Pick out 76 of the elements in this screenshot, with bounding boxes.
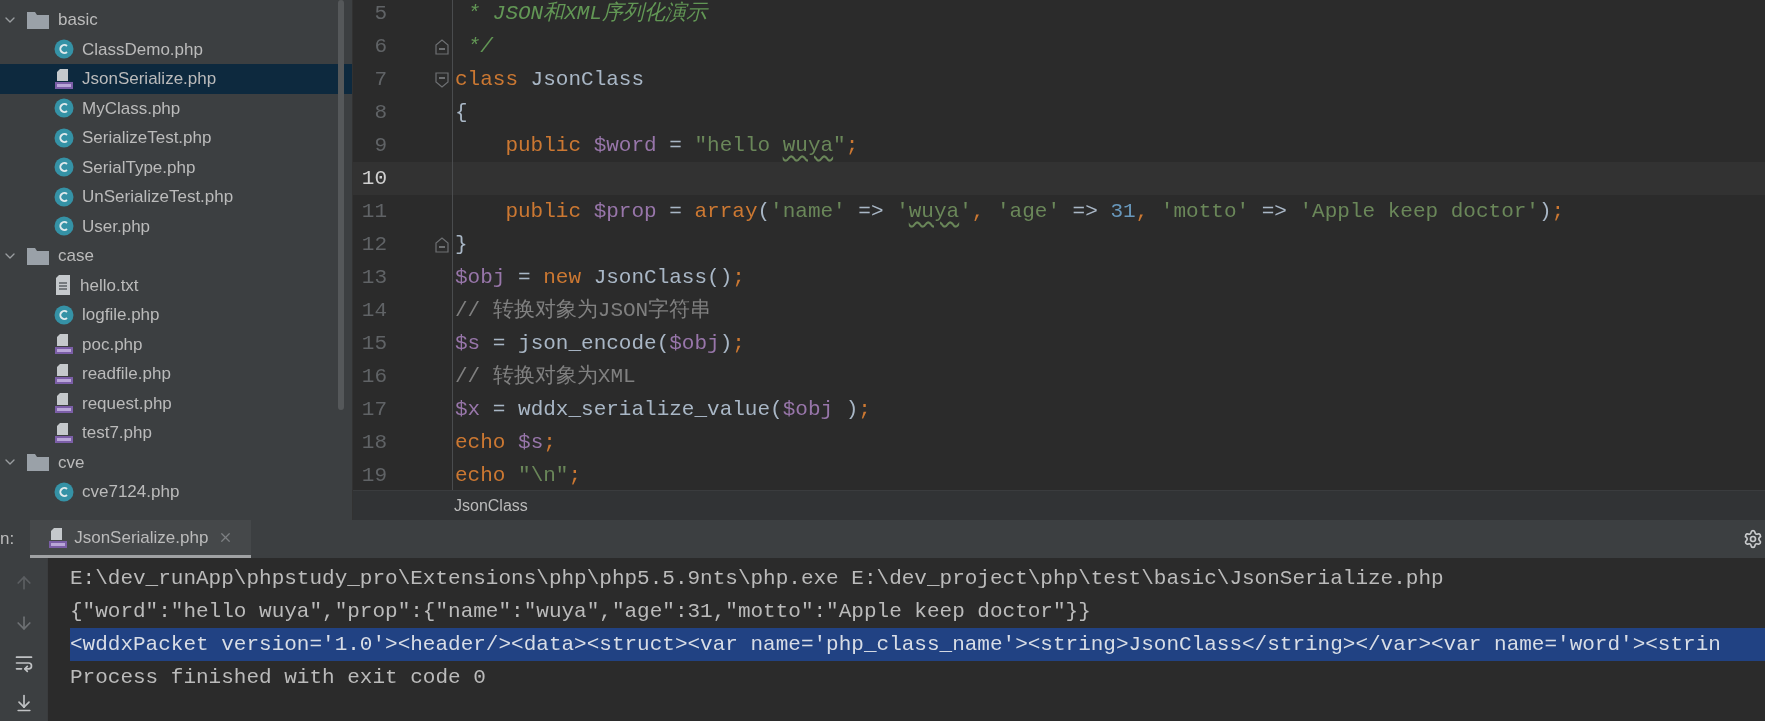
- tree-item[interactable]: hello.txt: [0, 270, 352, 300]
- code-line: echo "\n";: [454, 462, 582, 489]
- class-icon: [54, 216, 74, 237]
- tree-item[interactable]: UnSerializeTest.php: [0, 182, 352, 212]
- tree-item[interactable]: poc.php: [0, 329, 352, 359]
- fold-icon[interactable]: [435, 71, 449, 88]
- code-line: */: [466, 33, 493, 60]
- code-line: }: [454, 231, 468, 258]
- code-line: * JSON和XML序列化演示: [466, 0, 708, 27]
- console-line: {"word":"hello wuya","prop":{"name":"wuya","age":31,"motto":"Apple keep doctor"}}: [70, 598, 1092, 625]
- tree-item[interactable]: case: [0, 241, 352, 271]
- line-number: 7: [373, 66, 387, 93]
- run-tab[interactable]: JsonSerialize.php: [30, 520, 252, 558]
- tree-item[interactable]: readfile.php: [0, 359, 352, 389]
- tree-item[interactable]: basic: [0, 5, 352, 35]
- console-line: E:\dev_runApp\phpstudy_pro\Extensions\php\php5.5.9nts\php.exe E:\dev_project\php\test\basic\JsonSerialize.php: [70, 565, 1445, 592]
- folder-icon: [26, 9, 50, 30]
- fold-icon[interactable]: [435, 236, 449, 253]
- code-line: // 转换对象为JSON字符串: [454, 297, 712, 324]
- php-file-icon: [54, 392, 74, 415]
- class-icon: [54, 98, 74, 119]
- text-file-icon: [54, 274, 72, 297]
- tree-item[interactable]: cve7124.php: [0, 477, 352, 507]
- tree-item[interactable]: JsonSerialize.php: [0, 64, 352, 94]
- tree-item[interactable]: User.php: [0, 211, 352, 241]
- tree-item[interactable]: request.php: [0, 388, 352, 418]
- line-number: 8: [373, 99, 387, 126]
- fold-icon[interactable]: [435, 38, 449, 55]
- code-line: $x = wddx_serialize_value($obj );: [454, 396, 871, 423]
- php-file-icon: [54, 362, 74, 385]
- line-number: 16: [360, 363, 387, 390]
- line-number: 12: [360, 231, 387, 258]
- tree-item[interactable]: SerialType.php: [0, 152, 352, 182]
- line-number: 13: [360, 264, 387, 291]
- class-icon: [54, 157, 74, 178]
- class-icon: [54, 481, 74, 502]
- php-file-icon: [48, 526, 69, 549]
- line-number: 5: [373, 0, 387, 27]
- code-line: // 转换对象为XML: [454, 363, 636, 390]
- line-number: 15: [360, 330, 387, 357]
- code-line: $s = json_encode($obj);: [454, 330, 745, 357]
- soft-wrap-icon[interactable]: [13, 653, 34, 673]
- code-line: {: [454, 99, 468, 126]
- code-line: public $word = "hello wuya";: [504, 132, 859, 159]
- console-line: Process finished with exit code 0: [70, 664, 487, 691]
- php-file-icon: [54, 333, 74, 356]
- folder-icon: [26, 245, 50, 266]
- code-line: echo $s;: [454, 429, 556, 456]
- panel-label: n:: [0, 528, 15, 551]
- tree-item[interactable]: logfile.php: [0, 300, 352, 330]
- php-file-icon: [54, 67, 74, 90]
- code-line: class JsonClass: [454, 66, 645, 93]
- line-number: 17: [360, 396, 387, 423]
- line-number: 9: [373, 132, 387, 159]
- code-line: public $prop = array('name' => 'wuya', 'age' => 31, 'motto' => 'Apple keep doctor');: [504, 198, 1565, 225]
- class-icon: [54, 186, 74, 207]
- tree-item[interactable]: ClassDemo.php: [0, 34, 352, 64]
- line-number: 11: [360, 198, 387, 225]
- tree-item[interactable]: SerializeTest.php: [0, 123, 352, 153]
- line-number: 14: [360, 297, 387, 324]
- settings-icon[interactable]: [1743, 529, 1763, 549]
- code-line: $obj = new JsonClass();: [454, 264, 745, 291]
- line-number: 19: [360, 462, 387, 489]
- folder-icon: [26, 452, 50, 473]
- class-icon: [54, 39, 74, 60]
- class-icon: [54, 127, 74, 148]
- class-icon: [54, 304, 74, 325]
- scrollbar[interactable]: [338, 0, 344, 410]
- tree-item[interactable]: test7.php: [0, 418, 352, 448]
- line-number: 6: [373, 33, 387, 60]
- line-number: 10: [360, 165, 387, 192]
- breadcrumb-item[interactable]: JsonClass: [454, 493, 528, 518]
- tree-item[interactable]: MyClass.php: [0, 93, 352, 123]
- php-file-icon: [54, 421, 74, 444]
- tree-item[interactable]: cve: [0, 447, 352, 477]
- line-number: 18: [360, 429, 387, 456]
